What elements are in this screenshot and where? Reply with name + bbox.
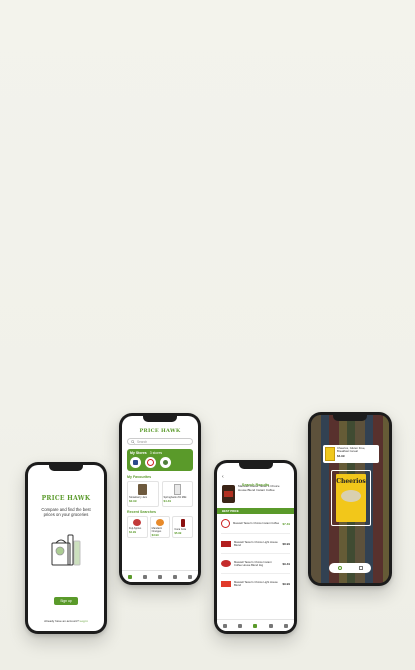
notch — [333, 415, 367, 421]
milk-carton-image — [173, 484, 181, 495]
phone-home: PRICE HAWK Search My Stores 3 stores My … — [119, 413, 201, 585]
signup-button[interactable]: Sign up — [54, 597, 78, 605]
result-name: Maxwell Taster's Choice Instant Coffee H… — [234, 560, 272, 567]
brand-logo: PRICE HAWK — [122, 428, 198, 434]
store-logo — [221, 581, 231, 587]
result-price: $8.99 — [282, 541, 290, 546]
stores-count: 3 stores — [149, 451, 163, 455]
result-row[interactable]: Maxwell Taster's Choice Instant Coffee $… — [221, 514, 290, 534]
heart-icon[interactable] — [142, 574, 147, 579]
result-name: Maxwell Taster's Choice Light House Blen… — [234, 581, 278, 587]
scan-icon[interactable] — [253, 623, 258, 628]
scanner-screen: Cheerios, Gluten Free, Breakfast Cereal … — [311, 415, 389, 583]
results-header: ‹ Search Results — [217, 473, 294, 487]
favourite-card[interactable]: Springbank 2% Milk $4.49 — [161, 481, 193, 507]
profile-icon[interactable] — [284, 623, 289, 628]
login-prompt: Already have an account? — [44, 619, 79, 623]
brand-logo: PRICE HAWK — [28, 495, 104, 502]
favourite-price: $2.99 — [129, 499, 137, 503]
search-bar[interactable]: Search — [127, 438, 193, 445]
store-logo-3[interactable] — [160, 457, 171, 468]
store-logo — [221, 560, 231, 567]
list-icon[interactable] — [173, 574, 178, 579]
grocery-bag-illustration — [51, 534, 81, 566]
favourites-row: Strawberry Jam $2.99 Springbank 2% Milk … — [127, 481, 193, 507]
result-price: $9.99 — [282, 582, 290, 586]
coffee-jar-image — [222, 485, 235, 503]
recent-price: $5.99 — [174, 531, 182, 535]
brand-name: PRICE HAWK — [139, 428, 181, 434]
phone-scanner: Cheerios, Gluten Free, Breakfast Cereal … — [308, 412, 392, 586]
recent-searches-heading: Recent Searches — [127, 510, 156, 514]
scan-price: $4.99 — [337, 453, 345, 458]
result-row[interactable]: Maxwell Taster's Choice Instant Coffee H… — [221, 554, 290, 574]
scan-result-card[interactable]: Cheerios, Gluten Free, Breakfast Cereal … — [323, 445, 379, 463]
recent-card[interactable]: Fuji Apples $4.99 — [127, 516, 148, 538]
heart-icon[interactable] — [238, 623, 243, 628]
product-thumbnail — [325, 447, 335, 461]
store-logo — [221, 540, 231, 547]
cereal-box: Cheerios — [336, 474, 366, 522]
target-logo[interactable] — [145, 457, 156, 468]
page-title: Search Results — [241, 483, 270, 487]
home-icon[interactable] — [222, 623, 227, 628]
phone-signup: PRICE HAWK Compare and find the best pri… — [25, 462, 107, 634]
my-favourites-heading: My Favourites — [127, 475, 152, 479]
scan-icon[interactable] — [157, 574, 162, 579]
home-icon[interactable] — [127, 574, 132, 579]
target-logo — [221, 519, 230, 528]
result-row[interactable]: Maxwell Taster's Choice Light House Blen… — [221, 534, 290, 554]
notch — [49, 465, 83, 471]
camera-icon[interactable] — [337, 566, 342, 570]
notch — [238, 463, 273, 469]
notch — [143, 416, 177, 422]
recent-price: $4.99 — [129, 530, 136, 534]
result-name: Maxwell Taster's Choice Light House Blen… — [234, 540, 278, 547]
search-icon — [131, 439, 135, 444]
recent-card[interactable]: Mandarin Oranges $3.99 — [149, 516, 171, 538]
query-product: Maxwell House Taster's Choice House Blen… — [222, 484, 289, 503]
scan-frame: Cheerios — [331, 470, 371, 526]
results-list: Maxwell Taster's Choice Instant Coffee $… — [221, 514, 290, 594]
headline: Compare and find the best prices on your… — [41, 507, 91, 518]
signup-screen: PRICE HAWK Compare and find the best pri… — [28, 465, 104, 631]
apples-image — [133, 519, 142, 526]
jam-jar-image — [138, 484, 148, 495]
my-stores-card[interactable]: My Stores 3 stores — [127, 449, 193, 471]
scanner-controls — [329, 563, 371, 573]
result-price: $9.49 — [282, 561, 290, 566]
favourite-price: $4.49 — [163, 499, 172, 503]
scan-product-name: Cheerios, Gluten Free, Breakfast Cereal — [337, 446, 366, 454]
recent-price: $3.99 — [151, 533, 159, 537]
bottom-nav — [122, 570, 198, 582]
login-link[interactable]: Log in — [80, 619, 88, 623]
barcode-icon[interactable] — [358, 566, 363, 570]
result-name: Maxwell Taster's Choice Instant Coffee — [233, 522, 280, 525]
result-price: $7.49 — [282, 521, 290, 526]
cereal-brand: Cheerios — [336, 478, 366, 485]
bottom-nav — [217, 619, 294, 631]
my-stores-label: My Stores — [130, 451, 147, 455]
list-icon[interactable] — [268, 623, 273, 628]
brand-name: PRICE HAWK — [41, 495, 91, 502]
back-arrow-icon[interactable]: ‹ — [222, 474, 224, 480]
recent-card[interactable]: Coca Cola $5.99 — [172, 516, 194, 538]
cereal-bowl — [341, 490, 361, 502]
profile-icon[interactable] — [188, 574, 193, 579]
home-screen: PRICE HAWK Search My Stores 3 stores My … — [122, 416, 198, 582]
oranges-image — [156, 519, 164, 526]
favourite-card[interactable]: Strawberry Jam $2.99 — [127, 481, 159, 507]
soda-bottle-image — [180, 519, 185, 527]
phone-search-results: ‹ Search Results Maxwell House Taster's … — [214, 460, 297, 634]
store-logo-1[interactable] — [130, 457, 141, 468]
search-results-screen: ‹ Search Results Maxwell House Taster's … — [217, 463, 294, 631]
recent-row: Fuji Apples $4.99 Mandarin Oranges $3.99… — [127, 516, 194, 538]
login-row: Already have an account? Log in — [28, 619, 104, 623]
search-input[interactable]: Search — [137, 440, 147, 444]
result-row[interactable]: Maxwell Taster's Choice Light House Blen… — [221, 574, 290, 594]
